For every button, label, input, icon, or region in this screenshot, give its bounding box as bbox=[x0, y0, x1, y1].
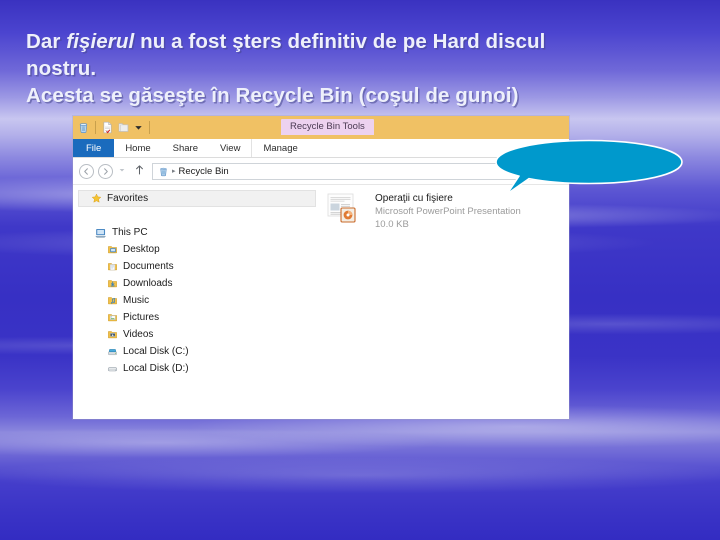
disk-icon bbox=[107, 363, 118, 374]
up-arrow-icon[interactable] bbox=[131, 164, 148, 179]
heading-line1-part-b: nu a fost şters definitiv de pe Hard dis… bbox=[134, 30, 546, 53]
window-body: Favorites This PC Desktop Documents Down… bbox=[73, 185, 569, 419]
computer-icon bbox=[95, 227, 107, 239]
sidebar-item-label: Local Disk (C:) bbox=[123, 346, 189, 357]
recycle-bin-icon[interactable] bbox=[77, 121, 90, 134]
harddisk-icon bbox=[107, 346, 118, 357]
breadcrumb-recycle-bin[interactable]: Recycle Bin bbox=[179, 166, 229, 177]
recycle-bin-icon bbox=[158, 166, 169, 177]
folder-icon[interactable] bbox=[117, 121, 130, 134]
videos-icon bbox=[107, 329, 118, 340]
sidebar-item-videos[interactable]: Videos bbox=[73, 326, 320, 343]
contextual-tab-recycle-bin-tools[interactable]: Recycle Bin Tools bbox=[281, 119, 374, 135]
speech-bubble-callout[interactable] bbox=[493, 138, 685, 203]
documents-icon bbox=[107, 261, 118, 272]
sidebar-item-label: Downloads bbox=[123, 278, 173, 289]
tab-manage[interactable]: Manage bbox=[251, 139, 308, 157]
heading-line1-italic: fişierul bbox=[66, 30, 135, 53]
star-icon bbox=[91, 193, 102, 204]
sidebar-item-this-pc[interactable]: This PC bbox=[73, 224, 320, 241]
sidebar-item-pictures[interactable]: Pictures bbox=[73, 309, 320, 326]
pictures-icon bbox=[107, 312, 118, 323]
music-icon bbox=[107, 295, 118, 306]
heading-line-2: nostru. bbox=[26, 57, 97, 80]
sidebar-item-label: Local Disk (D:) bbox=[123, 363, 189, 374]
desktop-icon bbox=[107, 244, 118, 255]
file-size: 10.0 KB bbox=[375, 219, 409, 230]
tab-home[interactable]: Home bbox=[114, 139, 161, 157]
qat-separator bbox=[95, 121, 96, 134]
navigation-pane: Favorites This PC Desktop Documents Down… bbox=[73, 185, 320, 419]
window-titlebar: Recycle Bin Tools bbox=[73, 116, 569, 139]
tab-file[interactable]: File bbox=[73, 139, 115, 157]
quick-access-toolbar bbox=[77, 116, 152, 139]
folder-tree: This PC Desktop Documents Downloads Musi… bbox=[73, 224, 320, 377]
sidebar-item-label: Videos bbox=[123, 329, 154, 340]
sidebar-item-local-disk-c[interactable]: Local Disk (C:) bbox=[73, 343, 320, 360]
sidebar-item-local-disk-d[interactable]: Local Disk (D:) bbox=[73, 360, 320, 377]
sidebar-item-music[interactable]: Music bbox=[73, 292, 320, 309]
sidebar-item-desktop[interactable]: Desktop bbox=[73, 241, 320, 258]
recent-locations-chevron-down-icon[interactable] bbox=[117, 166, 127, 176]
sidebar-item-favorites[interactable]: Favorites bbox=[78, 190, 316, 207]
slide-canvas: Dar fişierul nu a fost şters definitiv d… bbox=[0, 0, 720, 540]
sidebar-item-label: Documents bbox=[123, 261, 174, 272]
sidebar-item-label: Music bbox=[123, 295, 150, 306]
sidebar-item-documents[interactable]: Documents bbox=[73, 258, 320, 275]
sidebar-item-label: Pictures bbox=[123, 312, 160, 323]
powerpoint-file-icon bbox=[327, 191, 367, 229]
sidebar-item-downloads[interactable]: Downloads bbox=[73, 275, 320, 292]
downloads-icon bbox=[107, 278, 118, 289]
tab-share[interactable]: Share bbox=[162, 139, 209, 157]
heading-line-1: Dar fişierul nu a fost şters definitiv d… bbox=[26, 28, 694, 55]
heading-line1-part-a: Dar bbox=[26, 30, 67, 53]
page-title: Dar fişierul nu a fost şters definitiv d… bbox=[26, 28, 694, 109]
qat-separator-2 bbox=[149, 121, 150, 134]
chevron-down-icon[interactable] bbox=[133, 122, 144, 133]
heading-line-3: Acesta se găseşte în Recycle Bin (coşul … bbox=[26, 84, 519, 107]
breadcrumb-separator: ▸ bbox=[172, 168, 176, 175]
tab-view[interactable]: View bbox=[209, 139, 251, 157]
properties-icon[interactable] bbox=[101, 121, 114, 134]
forward-arrow-icon[interactable] bbox=[98, 163, 113, 179]
file-type: Microsoft PowerPoint Presentation bbox=[375, 206, 521, 217]
content-pane: Operaţii cu fişiere Microsoft PowerPoint… bbox=[320, 185, 569, 419]
sidebar-item-label: This PC bbox=[112, 227, 148, 238]
back-arrow-icon[interactable] bbox=[79, 163, 94, 179]
sidebar-item-label: Desktop bbox=[123, 244, 160, 255]
sidebar-item-label: Favorites bbox=[107, 193, 149, 204]
